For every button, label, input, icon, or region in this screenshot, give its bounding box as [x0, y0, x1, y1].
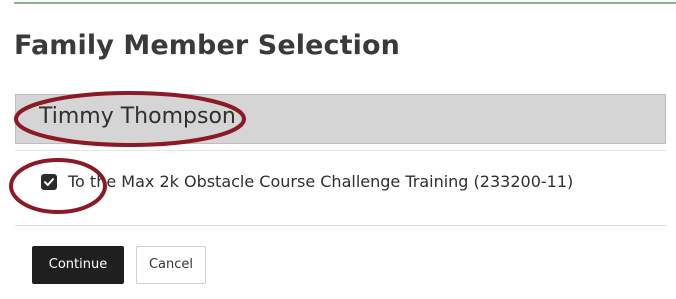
course-checkbox[interactable]: [41, 174, 57, 190]
family-member-name: Timmy Thompson: [39, 104, 236, 129]
top-divider: [14, 2, 676, 4]
course-label[interactable]: To the Max 2k Obstacle Course Challenge …: [68, 172, 573, 191]
page-title: Family Member Selection: [14, 30, 400, 61]
page: Family Member Selection Timmy Thompson T…: [0, 0, 676, 299]
course-option: To the Max 2k Obstacle Course Challenge …: [15, 150, 666, 226]
family-member-bar[interactable]: Timmy Thompson: [15, 94, 666, 144]
checkmark-icon: [44, 178, 54, 186]
continue-button[interactable]: Continue: [32, 246, 124, 284]
cancel-button[interactable]: Cancel: [136, 246, 206, 284]
